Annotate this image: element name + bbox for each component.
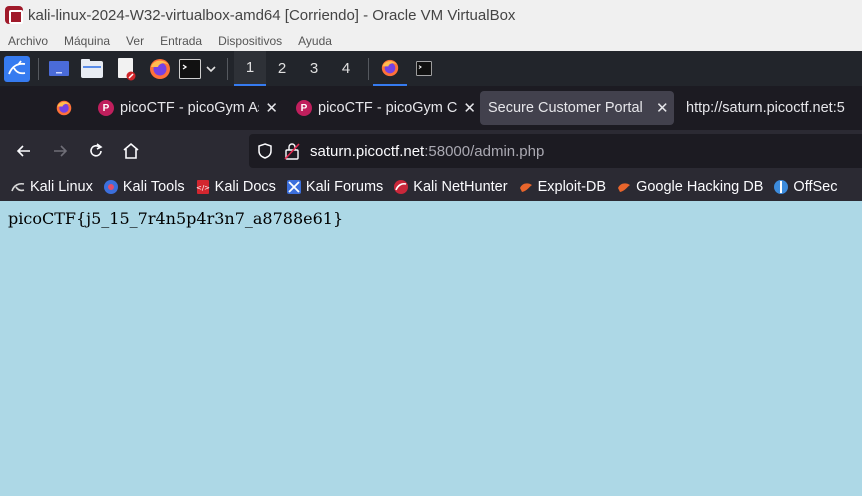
tab-label: picoCTF - picoGym Cl: [318, 100, 458, 116]
bookmark-kali-linux[interactable]: Kali Linux: [10, 179, 93, 195]
close-icon[interactable]: ✕: [463, 99, 476, 117]
bookmark-label: Kali Docs: [214, 178, 276, 195]
chevron-down-icon: [206, 65, 216, 72]
show-desktop-button[interactable]: [43, 51, 75, 86]
menu-maquina[interactable]: Máquina: [64, 34, 110, 48]
menu-dispositivos[interactable]: Dispositivos: [218, 34, 282, 48]
tab-label: http://saturn.picoctf.net:5: [686, 100, 845, 116]
panel-separator: [38, 57, 39, 80]
ghdb-icon: [616, 179, 632, 195]
firefox-launcher-button[interactable]: [143, 51, 177, 86]
virtualbox-title-bar: kali-linux-2024-W32-virtualbox-amd64 [Co…: [0, 0, 862, 30]
home-button[interactable]: [114, 134, 148, 168]
bookmark-label: Kali Tools: [122, 178, 185, 195]
nethunter-icon: [393, 179, 409, 195]
exploit-db-icon: [518, 179, 534, 195]
arrow-left-icon: [16, 145, 30, 157]
terminal-launcher-button[interactable]: [177, 51, 203, 86]
bookmark-kali-docs[interactable]: </> Kali Docs: [195, 179, 276, 195]
shield-icon[interactable]: [256, 142, 274, 160]
text-editor-button[interactable]: [109, 51, 143, 86]
tab-label: picoCTF - picoGym As: [120, 100, 260, 116]
bookmark-label: Google Hacking DB: [636, 178, 764, 195]
firefox-icon: [56, 100, 72, 116]
svg-text:</>: </>: [196, 184, 210, 192]
taskbar-firefox-window[interactable]: [373, 51, 407, 86]
tab-picogym-1[interactable]: P picoCTF - picoGym As ✕: [88, 91, 278, 125]
offsec-icon: [773, 179, 789, 195]
picoctf-icon: P: [98, 100, 114, 116]
bookmark-google-hacking-db[interactable]: Google Hacking DB: [616, 179, 763, 195]
url-path: :58000/admin.php: [424, 142, 545, 160]
text-editor-icon: [118, 57, 136, 80]
kali-tools-icon: [103, 179, 119, 195]
home-icon: [123, 142, 139, 159]
workspace-1[interactable]: 1: [234, 51, 266, 86]
terminal-icon: [179, 58, 201, 79]
close-icon[interactable]: ✕: [656, 99, 669, 117]
bookmark-exploit-db[interactable]: Exploit-DB: [518, 178, 607, 195]
firefox-view-button[interactable]: [44, 91, 84, 125]
desktop-icon: [49, 60, 69, 76]
back-button[interactable]: [7, 134, 41, 168]
tab-picogym-2[interactable]: P picoCTF - picoGym Cl ✕: [286, 91, 476, 125]
page-content: picoCTF{j5_15_7r4n5p4r3n7_a8788e61}: [0, 201, 862, 496]
insecure-lock-icon[interactable]: [284, 142, 300, 160]
menu-ver[interactable]: Ver: [126, 34, 144, 48]
firefox-icon: [381, 59, 399, 76]
kali-top-panel: 1 2 3 4: [0, 51, 862, 86]
folder-icon: [81, 58, 103, 78]
browser-nav-bar: saturn.picoctf.net:58000/admin.php: [0, 130, 862, 172]
bookmark-label: Kali Forums: [305, 178, 384, 195]
tab-saturn-url[interactable]: http://saturn.picoctf.net:5: [678, 91, 858, 125]
bookmark-kali-forums[interactable]: Kali Forums: [286, 179, 383, 195]
bookmark-label: OffSec: [793, 178, 838, 195]
kali-forums-icon: [286, 179, 302, 195]
close-icon[interactable]: ✕: [265, 99, 278, 117]
panel-separator: [227, 57, 228, 80]
bookmark-label: Exploit-DB: [537, 178, 607, 195]
bookmark-kali-tools[interactable]: Kali Tools: [103, 179, 185, 195]
workspace-3[interactable]: 3: [298, 51, 330, 86]
kali-docs-icon: </>: [195, 179, 211, 195]
file-manager-button[interactable]: [75, 51, 109, 86]
address-bar[interactable]: saturn.picoctf.net:58000/admin.php: [249, 134, 862, 168]
window-title: kali-linux-2024-W32-virtualbox-amd64 [Co…: [28, 6, 516, 24]
picoctf-icon: P: [296, 100, 312, 116]
taskbar-terminal-window[interactable]: [407, 51, 441, 86]
browser-tab-strip: P picoCTF - picoGym As ✕ P picoCTF - pic…: [0, 86, 862, 130]
bookmark-offsec[interactable]: OffSec: [773, 179, 837, 195]
bookmark-kali-nethunter[interactable]: Kali NetHunter: [393, 178, 508, 195]
bookmark-label: Kali NetHunter: [413, 178, 508, 195]
terminal-icon: [416, 61, 432, 76]
workspace-2[interactable]: 2: [266, 51, 298, 86]
url-text[interactable]: saturn.picoctf.net:58000/admin.php: [310, 143, 544, 160]
bookmark-label: Kali Linux: [30, 178, 93, 195]
menu-archivo[interactable]: Archivo: [8, 34, 48, 48]
reload-icon: [90, 143, 103, 157]
kali-menu-button[interactable]: [0, 51, 34, 86]
terminal-dropdown-button[interactable]: [203, 51, 219, 86]
menu-entrada[interactable]: Entrada: [160, 34, 202, 48]
flag-text: picoCTF{j5_15_7r4n5p4r3n7_a8788e61}: [8, 209, 344, 228]
kali-dragon-icon: [4, 55, 30, 82]
tab-label: Secure Customer Portal: [488, 100, 643, 116]
tab-secure-customer-portal[interactable]: Secure Customer Portal ✕: [480, 91, 674, 125]
bookmarks-toolbar: Kali Linux Kali Tools </> Kali Docs Kali…: [0, 172, 862, 201]
panel-separator: [368, 57, 369, 80]
kali-dragon-icon: [10, 179, 26, 195]
virtualbox-menu-bar: Archivo Máquina Ver Entrada Dispositivos…: [0, 30, 862, 51]
workspace-4[interactable]: 4: [330, 51, 362, 86]
arrow-right-icon: [54, 145, 68, 157]
menu-ayuda[interactable]: Ayuda: [298, 34, 332, 48]
reload-button[interactable]: [79, 134, 113, 168]
firefox-icon: [150, 58, 170, 79]
url-host: saturn.picoctf.net: [310, 142, 425, 160]
forward-button[interactable]: [43, 134, 77, 168]
virtualbox-icon: [5, 6, 23, 24]
